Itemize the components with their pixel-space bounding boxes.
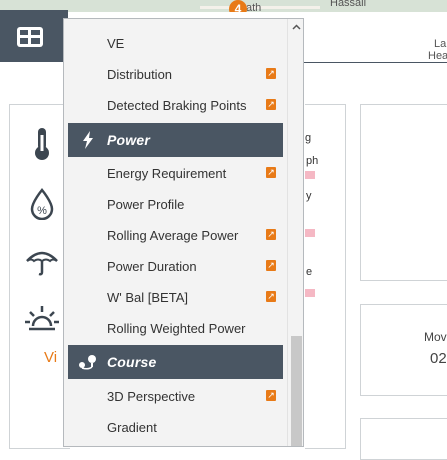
menu-item-label: Distribution — [107, 67, 173, 82]
menu-item-label: Energy Requirement — [107, 166, 227, 181]
external-link-icon[interactable]: ↗ — [266, 229, 276, 240]
scroll-up-arrow-icon[interactable] — [288, 19, 303, 35]
external-link-icon[interactable]: ↗ — [266, 260, 276, 271]
map-label: La — [434, 38, 447, 50]
chart-tick — [305, 289, 315, 297]
menu-item-label: 3D Perspective — [107, 389, 196, 404]
menu-item-label: Power Duration — [107, 259, 197, 274]
external-link-icon[interactable]: ↗ — [266, 99, 276, 110]
menu-item-rolling-weighted-power[interactable]: Rolling Weighted Power — [64, 313, 286, 344]
grid-icon — [17, 27, 43, 47]
grid-menu-button[interactable] — [14, 24, 46, 50]
menu-item-detected-braking-points[interactable]: Detected Braking Points ↗ — [64, 90, 286, 121]
stat-card — [360, 418, 447, 460]
external-link-icon[interactable]: ↗ — [266, 390, 276, 401]
menu-item-label: Rolling Average Power — [107, 228, 239, 243]
menu-item-energy-requirement[interactable]: Energy Requirement ↗ — [64, 158, 286, 189]
menu-item-power-duration[interactable]: Power Duration ↗ — [64, 251, 286, 282]
route-icon — [77, 351, 99, 373]
map-label: Hassall — [330, 0, 367, 9]
group-header-label: Course — [107, 354, 157, 370]
menu-item-rolling-average-power[interactable]: Rolling Average Power ↗ — [64, 220, 286, 251]
map-label: Hea — [428, 50, 447, 62]
group-header-label: Power — [107, 132, 151, 148]
stat-card — [360, 104, 447, 281]
menu-item-label: Power Profile — [107, 197, 185, 212]
group-header-course: Course — [68, 345, 283, 379]
menu-item-label: Detected Braking Points — [107, 98, 247, 113]
panel-text: y — [306, 190, 312, 202]
chart-tick — [305, 171, 315, 179]
panel-text: g — [305, 132, 312, 144]
menu-item-3d-perspective[interactable]: 3D Perspective ↗ — [64, 381, 286, 412]
menu-item-gradient[interactable]: Gradient — [64, 412, 286, 443]
menu-item-label: W' Bal [BETA] — [107, 290, 188, 305]
menu-item-label: Gradient — [107, 420, 157, 435]
umbrella-icon[interactable] — [24, 244, 60, 280]
menu-item-power-profile[interactable]: Power Profile — [64, 189, 286, 220]
lightning-bolt-icon — [77, 129, 99, 151]
menu-item-ve[interactable]: VE — [64, 28, 286, 59]
top-toolbar — [0, 10, 68, 62]
external-link-icon[interactable]: ↗ — [266, 291, 276, 302]
drop-icon[interactable]: % — [24, 186, 60, 222]
chart-tick — [305, 229, 315, 237]
chart-type-dropdown[interactable]: VE Distribution ↗ Detected Braking Point… — [63, 18, 304, 447]
stat-value: 02 — [430, 350, 447, 367]
menu-item-w-bal[interactable]: W' Bal [BETA] ↗ — [64, 282, 286, 313]
external-link-icon[interactable]: ↗ — [266, 167, 276, 178]
dropdown-scrollbar[interactable] — [287, 19, 303, 446]
menu-item-label: Rolling Weighted Power — [107, 321, 246, 336]
panel-text: ph — [306, 155, 319, 167]
scroll-thumb[interactable] — [291, 336, 302, 446]
view-link[interactable]: Vi — [44, 349, 57, 366]
external-link-icon[interactable]: ↗ — [266, 68, 276, 79]
menu-item-distribution[interactable]: Distribution ↗ — [64, 59, 286, 90]
sunrise-icon[interactable] — [24, 300, 60, 336]
svg-text:%: % — [37, 205, 47, 217]
panel-text: e — [306, 266, 313, 278]
thermometer-icon[interactable] — [24, 126, 60, 162]
group-header-power: Power — [68, 123, 283, 157]
menu-item-label: VE — [107, 36, 125, 51]
stat-label: Mov — [424, 330, 447, 344]
